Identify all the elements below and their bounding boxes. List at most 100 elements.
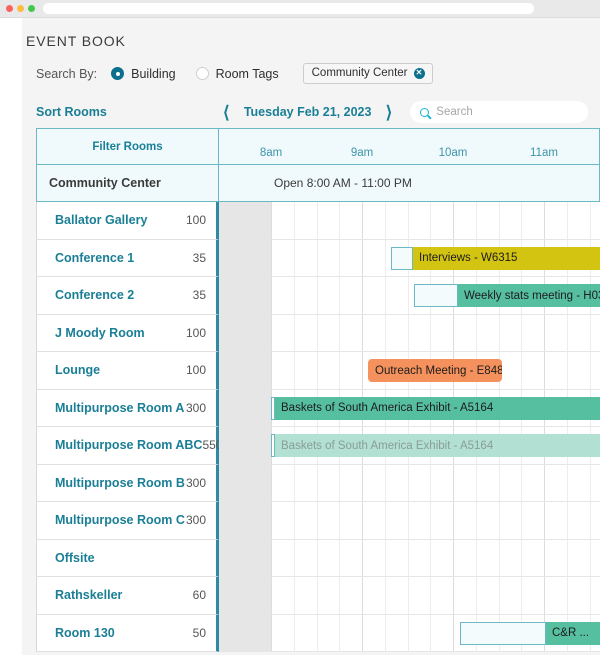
address-bar[interactable] <box>43 3 534 14</box>
gridline <box>362 502 363 539</box>
event-block[interactable]: C&R ... <box>460 621 600 645</box>
event-block[interactable]: Interviews - W6315 <box>391 246 600 270</box>
gridline <box>339 577 341 614</box>
gridline <box>271 202 272 239</box>
room-timeline-track[interactable]: Interviews - W6315 <box>219 239 600 277</box>
gridline <box>544 352 545 389</box>
room-timeline-track[interactable]: Weekly stats meeting - H0340 <box>219 277 600 315</box>
gridline <box>384 239 386 276</box>
room-timeline-track[interactable]: Baskets of South America Exhibit - A5164 <box>219 427 600 465</box>
gridline <box>362 239 363 276</box>
gridline <box>521 464 523 501</box>
gridline <box>339 202 341 239</box>
search-placeholder: Search <box>436 106 473 118</box>
chevron-left-icon[interactable]: ⟨ <box>219 104 234 121</box>
room-name-link[interactable]: Conference 1 <box>55 251 193 265</box>
filter-rooms-button[interactable]: Filter Rooms <box>36 128 219 165</box>
scheduler-grid: Filter Rooms 8am 9am 10am 11am Community Ce… <box>36 128 600 655</box>
gridline <box>407 314 409 351</box>
room-name-link[interactable]: Rathskeller <box>55 588 193 602</box>
room-timeline-track[interactable] <box>219 464 600 502</box>
room-timeline-track[interactable] <box>219 539 600 577</box>
room-timeline-track[interactable] <box>219 502 600 540</box>
room-name-link[interactable]: Lounge <box>55 363 186 377</box>
gridline <box>589 352 591 389</box>
gridline <box>544 314 545 351</box>
room-name-link[interactable]: Multipurpose Room C <box>55 513 186 527</box>
closed-hours-block <box>219 427 271 464</box>
radio-building-icon[interactable] <box>111 67 125 80</box>
gridline <box>271 314 272 351</box>
room-capacity: 300 <box>185 513 206 528</box>
room-capacity: 50 <box>192 625 206 640</box>
chevron-right-icon[interactable]: ⟩ <box>382 104 397 121</box>
gridline <box>498 314 500 351</box>
room-name-link[interactable]: Multipurpose Room A <box>55 401 186 415</box>
gridline <box>521 202 523 239</box>
event-setup-block[interactable] <box>460 621 546 645</box>
room-name-link[interactable]: Multipurpose Room B <box>55 476 186 490</box>
radio-room-tags-label: Room Tags <box>215 66 279 81</box>
room-name-link[interactable]: Conference 2 <box>55 288 193 302</box>
event-block[interactable]: Outreach Meeting - E8482 <box>368 359 502 382</box>
room-row: Rathskeller 60 <box>36 577 600 615</box>
radio-option-building[interactable]: Building <box>111 67 176 81</box>
sort-rooms-button[interactable]: Sort Rooms <box>36 105 219 119</box>
gridline <box>475 502 477 539</box>
gridline <box>475 577 477 614</box>
room-name-link[interactable]: J Moody Room <box>55 326 186 340</box>
search-input[interactable]: Search <box>410 101 589 123</box>
close-window-button[interactable] <box>6 5 13 12</box>
event-setup-block[interactable] <box>414 284 458 307</box>
event-body[interactable]: C&R ... <box>546 621 600 645</box>
gridline <box>453 502 454 539</box>
event-body[interactable]: Weekly stats meeting - H0340 <box>458 284 600 307</box>
room-timeline-track[interactable]: Baskets of South America Exhibit - A5164 <box>219 389 600 427</box>
current-date-label[interactable]: Tuesday Feb 21, 2023 <box>234 105 382 119</box>
room-timeline-track[interactable]: Outreach Meeting - E8482 <box>219 352 600 390</box>
radio-option-room-tags[interactable]: Room Tags <box>195 66 279 81</box>
room-timeline-track[interactable] <box>219 314 600 352</box>
gridline <box>407 464 409 501</box>
gridline <box>293 539 295 576</box>
gridline <box>566 314 568 351</box>
event-setup-block[interactable] <box>391 246 413 270</box>
maximize-window-button[interactable] <box>28 5 35 12</box>
room-row: Ballator Gallery 100 <box>36 202 600 240</box>
radio-room-tags-icon[interactable] <box>195 67 209 80</box>
close-circle-icon[interactable]: ✕ <box>413 67 425 79</box>
room-row: Offsite <box>36 539 600 577</box>
room-name-link[interactable]: Room 130 <box>55 626 193 640</box>
gridline <box>362 202 363 239</box>
room-row: Multipurpose Room A 300 Baskets of South A… <box>36 389 600 427</box>
browser-chrome <box>0 0 600 18</box>
event-block[interactable]: Baskets of South America Exhibit - A5164 <box>271 434 600 457</box>
room-cell: Room 130 50 <box>36 614 219 652</box>
room-timeline-track[interactable]: C&R ... <box>219 614 600 652</box>
gridline <box>430 202 432 239</box>
search-by-label: Search By: <box>36 66 98 81</box>
minimize-window-button[interactable] <box>17 5 24 12</box>
gridline <box>498 577 500 614</box>
room-name-link[interactable]: Multipurpose Room ABC <box>55 438 202 452</box>
room-name-link[interactable]: Offsite <box>55 551 206 565</box>
room-timeline-track[interactable] <box>219 577 600 615</box>
room-capacity: 300 <box>185 400 206 415</box>
room-timeline-track[interactable] <box>219 202 600 240</box>
timeline-header: 8am 9am 10am 11am <box>219 128 600 165</box>
event-title: Baskets of South America Exhibit - A5164 <box>281 402 494 414</box>
gridline <box>475 464 477 501</box>
room-name-link[interactable]: Ballator Gallery <box>55 213 186 227</box>
gridline <box>566 352 568 389</box>
room-capacity: 300 <box>185 475 206 490</box>
event-block[interactable]: Baskets of South America Exhibit - A5164 <box>271 396 600 420</box>
room-cell: Offsite <box>36 539 219 577</box>
event-block[interactable]: Weekly stats meeting - H0340 <box>414 284 600 307</box>
gridline <box>566 539 568 576</box>
gridline <box>544 202 545 239</box>
gridline <box>475 202 477 239</box>
gridline <box>407 614 409 651</box>
event-body[interactable]: Interviews - W6315 <box>413 246 600 270</box>
room-row: Multipurpose Room C 300 <box>36 502 600 540</box>
building-filter-chip[interactable]: Community Center ✕ <box>302 63 433 84</box>
